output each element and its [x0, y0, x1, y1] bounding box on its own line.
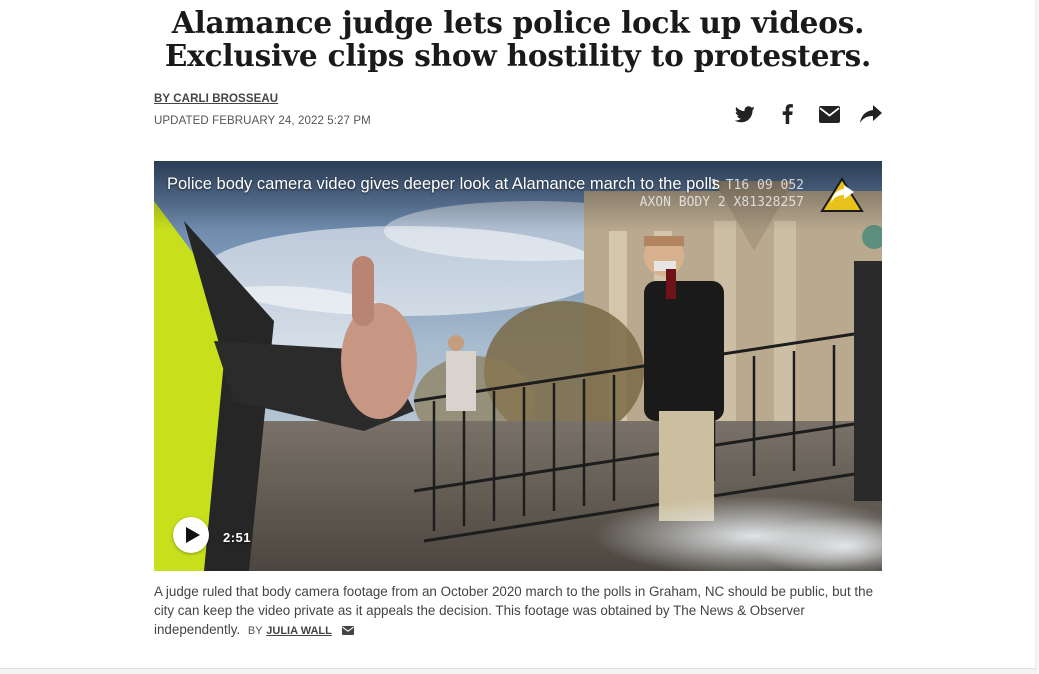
updated-timestamp: UPDATED FEBRUARY 24, 2022 5:27 PM — [154, 115, 371, 127]
play-button[interactable] — [173, 517, 209, 553]
footer-shade — [0, 669, 1039, 674]
cam-stamp-line-2: AXON BODY 2 X81328257 — [639, 195, 804, 210]
share-arrow-icon[interactable] — [858, 101, 884, 127]
play-icon — [185, 527, 200, 543]
article-headline: Alamance judge lets police lock up video… — [154, 6, 882, 72]
author-byline[interactable]: BY CARLI BROSSEAU — [154, 93, 278, 105]
headline-line-1: Alamance judge lets police lock up video… — [171, 5, 865, 40]
cam-stamp-line-1: 1 T16 09 052 — [710, 178, 804, 193]
caption-author-link[interactable]: JULIA WALL — [266, 625, 332, 637]
video-caption: A judge ruled that body camera footage f… — [154, 582, 882, 641]
author-email-icon[interactable] — [341, 621, 354, 640]
email-icon[interactable] — [816, 101, 842, 127]
video-thumbnail — [154, 161, 882, 571]
page-scroll-edge — [1035, 0, 1039, 674]
video-duration: 2:51 — [223, 530, 252, 545]
share-video-icon[interactable] — [820, 177, 864, 213]
facebook-icon[interactable] — [774, 101, 800, 127]
caption-by-label: BY — [247, 625, 263, 637]
video-player[interactable]: Police body camera video gives deeper lo… — [154, 161, 882, 571]
twitter-icon[interactable] — [732, 101, 758, 127]
headline-line-2: Exclusive clips show hostility to protes… — [164, 38, 872, 73]
article-page: Alamance judge lets police lock up video… — [0, 0, 1039, 674]
camera-timestamp-overlay: 1 T16 09 052 AXON BODY 2 X81328257 — [640, 177, 804, 211]
share-bar — [732, 100, 884, 128]
